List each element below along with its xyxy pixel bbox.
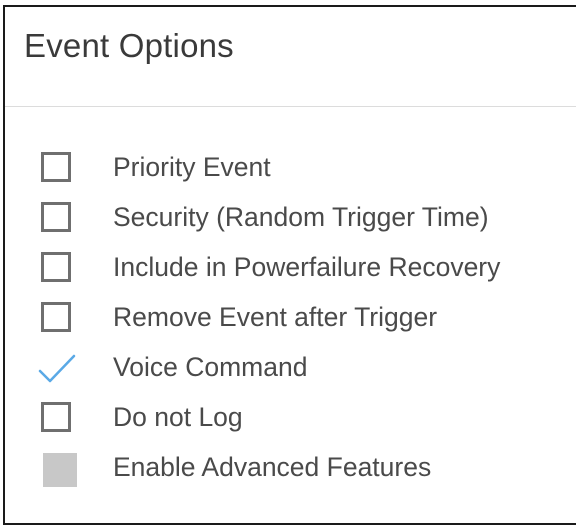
option-powerfailure-recovery[interactable]: Include in Powerfailure Recovery <box>5 244 576 294</box>
remove-after-trigger-checkbox[interactable] <box>41 302 71 332</box>
options-list: Priority Event Security (Random Trigger … <box>5 144 576 494</box>
option-label[interactable]: Priority Event <box>113 152 271 182</box>
security-checkbox[interactable] <box>41 202 71 232</box>
priority-event-checkbox[interactable] <box>41 152 71 182</box>
do-not-log-checkbox[interactable] <box>41 402 71 432</box>
option-label[interactable]: Security (Random Trigger Time) <box>113 202 489 232</box>
option-label[interactable]: Remove Event after Trigger <box>113 302 437 332</box>
option-remove-after-trigger[interactable]: Remove Event after Trigger <box>5 294 576 344</box>
option-security[interactable]: Security (Random Trigger Time) <box>5 194 576 244</box>
option-voice-command[interactable]: Voice Command <box>5 344 576 394</box>
option-do-not-log[interactable]: Do not Log <box>5 394 576 444</box>
option-enable-advanced-features: Enable Advanced Features <box>5 444 576 494</box>
enable-advanced-features-checkbox <box>43 453 77 487</box>
panel-title: Event Options <box>24 27 234 64</box>
panel-header: Event Options <box>5 7 576 107</box>
option-label[interactable]: Include in Powerfailure Recovery <box>113 252 500 282</box>
option-label: Enable Advanced Features <box>113 452 432 482</box>
option-label[interactable]: Voice Command <box>113 352 307 382</box>
option-label[interactable]: Do not Log <box>113 402 243 432</box>
powerfailure-recovery-checkbox[interactable] <box>41 252 71 282</box>
option-priority-event[interactable]: Priority Event <box>5 144 576 194</box>
checkmark-icon <box>38 354 76 383</box>
event-options-panel: Event Options Priority Event Security (R… <box>3 5 576 525</box>
voice-command-checkbox[interactable] <box>38 352 76 383</box>
